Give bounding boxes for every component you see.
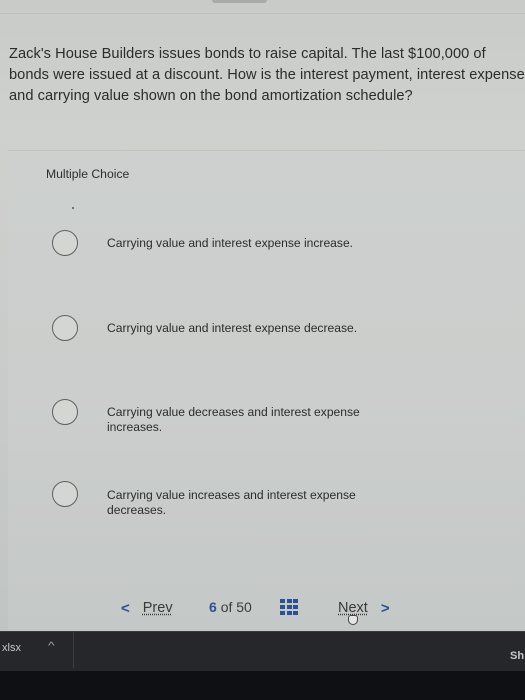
total-pages: 50 [236, 599, 252, 615]
radio-button[interactable] [52, 315, 78, 341]
next-button[interactable]: Next > [338, 597, 390, 619]
top-toolbar-edge [0, 0, 525, 14]
caret-up-icon[interactable]: ^ [48, 641, 55, 652]
question-type-label: Multiple Choice [46, 167, 130, 181]
current-page: 6 [209, 599, 217, 615]
download-file-name: xlsx [2, 642, 21, 654]
download-bar: xlsx ^ Sh [0, 631, 525, 671]
radio-button[interactable] [52, 481, 78, 507]
screen-bezel [0, 671, 525, 700]
answer-option-label: Carrying value and interest expense decr… [107, 321, 358, 335]
download-item[interactable]: xlsx ^ [0, 632, 74, 668]
answer-option-1[interactable]: Carrying value and interest expense incr… [52, 230, 472, 260]
scroll-handle[interactable] [212, 0, 267, 3]
prev-button[interactable]: < Prev [121, 597, 173, 619]
answer-card: Multiple Choice Carrying value and inter… [8, 150, 525, 640]
chevron-right-icon: > [380, 599, 390, 617]
question-navigation: < Prev 6 of 50 Next > [8, 597, 525, 627]
radio-button[interactable] [52, 230, 78, 256]
decorative-dot [72, 207, 74, 209]
next-label: Next [338, 600, 368, 616]
radio-button[interactable] [52, 399, 78, 425]
answer-option-label: Carrying value decreases and interest ex… [107, 405, 360, 434]
of-label: of [220, 599, 233, 615]
chevron-left-icon: < [121, 599, 130, 617]
page-indicator: 6 of 50 [209, 599, 252, 615]
prev-label: Prev [142, 600, 173, 616]
show-all-button[interactable]: Sh [510, 650, 524, 662]
answer-option-3[interactable]: Carrying value decreases and interest ex… [52, 399, 472, 434]
answer-option-4[interactable]: Carrying value increases and interest ex… [52, 481, 472, 521]
answer-option-label: Carrying value increases and interest ex… [107, 488, 356, 517]
question-text: Zack's House Builders issues bonds to ra… [9, 46, 525, 104]
answer-option-label: Carrying value and interest expense incr… [107, 236, 354, 250]
question-grid-icon[interactable] [280, 599, 298, 615]
answer-option-2[interactable]: Carrying value and interest expense decr… [52, 315, 472, 345]
hand-cursor-icon [348, 615, 358, 625]
browser-page: Zack's House Builders issues bonds to ra… [0, 0, 525, 640]
